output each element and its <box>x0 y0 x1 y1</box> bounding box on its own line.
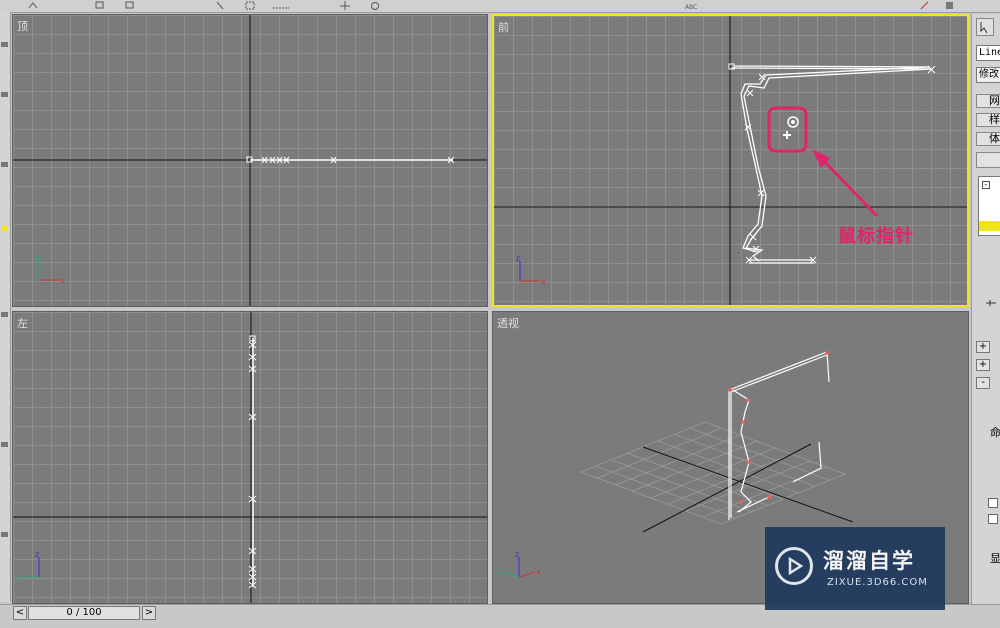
cursor-mode-icon[interactable] <box>976 18 994 36</box>
watermark-url: ZIXUE.3D66.COM <box>827 577 928 588</box>
svg-text:x: x <box>541 277 546 286</box>
axis-tripod: z x <box>516 254 546 286</box>
annotation-arrow <box>812 149 879 218</box>
rollout-expand-button[interactable]: + <box>976 359 990 371</box>
select-icon[interactable] <box>215 0 225 10</box>
active-tool-icon[interactable] <box>1 226 8 231</box>
modifier-button-4[interactable] <box>976 152 1000 168</box>
move-icon[interactable] <box>340 0 350 10</box>
link-icon[interactable] <box>95 0 105 9</box>
axis-tripod: z y <box>17 550 40 582</box>
undo-icon[interactable] <box>28 0 38 9</box>
axis-tripod: y x <box>35 253 65 285</box>
front-view-scene: z x <box>494 16 967 305</box>
time-slider[interactable]: 0 / 100 <box>28 606 140 620</box>
svg-text:x: x <box>536 567 541 576</box>
next-frame-button[interactable]: > <box>142 606 156 620</box>
pointer-highlight-box <box>767 106 808 153</box>
svg-text:ABC: ABC <box>685 4 697 10</box>
svg-text:y: y <box>17 573 22 582</box>
rollout-section-label: 命 <box>990 426 1000 439</box>
tool-icon[interactable] <box>1 42 8 47</box>
modifier-button-2[interactable]: 样条 <box>976 113 1000 127</box>
object-name-field[interactable]: Line <box>976 45 1000 61</box>
left-toolstrip <box>0 12 11 602</box>
tool-icon[interactable] <box>1 162 8 167</box>
tool-icon[interactable] <box>1 312 8 317</box>
svg-text:z: z <box>515 550 519 559</box>
pin-stack-icon[interactable] <box>984 298 998 308</box>
top-view-scene: y x <box>13 15 487 306</box>
selected-stack-item[interactable] <box>979 221 1000 231</box>
quick-render-icon[interactable] <box>945 0 955 9</box>
viewport-front[interactable]: 前 z x <box>492 14 969 307</box>
spelling-icon[interactable]: ABC <box>685 0 697 11</box>
expand-icon[interactable]: - <box>982 181 990 189</box>
svg-text:z: z <box>516 254 520 263</box>
select-region-icon[interactable] <box>245 0 255 10</box>
viewport-left[interactable]: 左 z y <box>12 311 488 604</box>
left-view-scene: z y <box>13 312 487 603</box>
watermark-logo: 溜溜自学 ZIXUE.3D66.COM <box>765 527 945 610</box>
svg-text:z: z <box>35 550 39 559</box>
window-crossing-icon[interactable] <box>272 0 289 9</box>
prev-frame-button[interactable]: < <box>13 606 27 620</box>
tool-icon[interactable] <box>1 532 8 537</box>
svg-text:y: y <box>498 567 503 576</box>
play-logo-icon <box>775 547 813 585</box>
command-panel: Line 修改 网 样条 体 - + + - 命 显 <box>971 14 1000 604</box>
modifier-list-dropdown[interactable]: 修改 <box>976 67 1000 83</box>
modifier-stack-list[interactable]: - <box>978 176 1000 236</box>
main-toolbar: ABC <box>0 0 1000 13</box>
tool-icon[interactable] <box>1 92 8 97</box>
rollout-section-label: 显 <box>990 552 1000 565</box>
rollout-collapse-button[interactable]: - <box>976 377 990 389</box>
render-icon[interactable] <box>920 0 930 10</box>
mouse-pointer-icon <box>783 116 799 139</box>
axis-tripod: z x y <box>498 550 541 578</box>
modifier-button-3[interactable]: 体 <box>976 132 1000 146</box>
unlink-icon[interactable] <box>125 0 135 9</box>
viewport-top[interactable]: 顶 y x <box>12 14 488 307</box>
tool-icon[interactable] <box>1 442 8 447</box>
rollout-expand-button[interactable]: + <box>976 341 990 353</box>
watermark-title: 溜溜自学 <box>823 549 915 573</box>
modifier-button-1[interactable]: 网 <box>976 94 1000 108</box>
checkbox[interactable] <box>988 498 998 508</box>
annotation-label: 鼠标指针 <box>838 226 914 247</box>
svg-text:y: y <box>35 253 40 262</box>
rotate-icon[interactable] <box>370 0 380 10</box>
svg-text:x: x <box>60 276 65 285</box>
checkbox[interactable] <box>988 514 998 524</box>
